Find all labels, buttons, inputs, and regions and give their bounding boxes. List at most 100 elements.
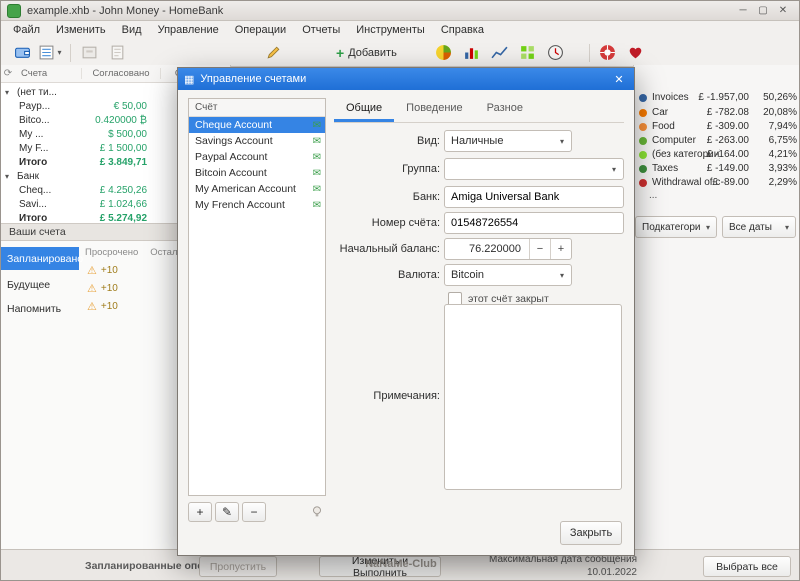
subcategory-dropdown-value: Подкатегория: [642, 221, 700, 233]
list-item-my-american-account[interactable]: My American Account ✉: [189, 181, 325, 197]
window-titlebar[interactable]: example.xhb - John Money - HomeBank ─ ▢ …: [1, 1, 799, 21]
category-row[interactable]: Computer £ -263.00 6,75%: [639, 134, 797, 147]
category-name: Withdrawal of cash: [652, 177, 720, 188]
minimize-icon[interactable]: ─: [733, 3, 753, 19]
homebank-window: example.xhb - John Money - HomeBank ─ ▢ …: [0, 0, 800, 581]
category-row[interactable]: Withdrawal of cash £ -89.00 2,29%: [639, 176, 797, 189]
account-number-input[interactable]: [445, 213, 623, 233]
menu-file[interactable]: Файл: [5, 23, 48, 37]
group-dropdown[interactable]: ▾: [444, 158, 624, 180]
menu-reports[interactable]: Отчеты: [294, 23, 348, 37]
clock-chart-icon: [548, 45, 564, 60]
dates-dropdown-value: Все даты: [729, 221, 772, 233]
category-percent: 3,93%: [768, 163, 797, 174]
skip-button[interactable]: Пропустить: [199, 556, 277, 577]
line-chart-icon: [491, 46, 508, 59]
help-toolbar-button[interactable]: [595, 42, 621, 64]
add-account-button[interactable]: +: [188, 502, 212, 522]
balance-toolbar-button[interactable]: [487, 42, 513, 64]
tab-scheduled-label: Запланировано: [7, 252, 84, 265]
accounts-toolbar-button[interactable]: [9, 42, 35, 64]
type-dropdown[interactable]: Наличные ▾: [444, 130, 572, 152]
remove-account-button[interactable]: −: [242, 502, 266, 522]
statistics-toolbar-button[interactable]: [431, 42, 457, 64]
initial-balance-spinner[interactable]: 76.220000 − +: [444, 238, 572, 260]
category-amount: £ -149.00: [706, 163, 749, 174]
scheduled-row[interactable]: ⚠ +10: [87, 282, 118, 295]
app-icon: [7, 3, 21, 18]
tab-scheduled[interactable]: Запланировано: [1, 247, 83, 270]
close-icon[interactable]: ✕: [773, 3, 793, 19]
chevron-down-icon: ▾: [559, 270, 564, 280]
menu-tools[interactable]: Инструменты: [348, 23, 433, 37]
envelope-icon: ✉: [312, 183, 321, 195]
menu-help[interactable]: Справка: [433, 23, 492, 37]
chevron-down-icon: ▾: [705, 222, 710, 232]
archive-toolbar-button[interactable]: [76, 42, 102, 64]
menu-view[interactable]: Вид: [114, 23, 150, 37]
spinner-increment-button[interactable]: +: [550, 239, 571, 259]
select-all-button[interactable]: Выбрать все: [703, 556, 791, 577]
account-number-label: Номер счёта:: [371, 217, 440, 229]
dropdown-arrow-icon[interactable]: ▾: [57, 48, 61, 57]
dialog-title: Управление счетами: [200, 73, 307, 85]
list-item-bitcoin-account[interactable]: Bitcoin Account ✉: [189, 165, 325, 181]
account-name: Savi...: [19, 198, 47, 210]
category-row[interactable]: Food £ -309.00 7,94%: [639, 120, 797, 133]
template-toolbar-button[interactable]: [104, 42, 130, 64]
register-toolbar-button[interactable]: ▾: [37, 42, 63, 64]
dialog-grid-icon: ▦: [184, 73, 195, 86]
budget-toolbar-button[interactable]: [515, 42, 541, 64]
column-accounts[interactable]: Счета: [15, 68, 82, 79]
warning-icon: ⚠: [87, 265, 97, 277]
category-name: Car: [652, 107, 669, 118]
subcategory-dropdown[interactable]: Подкатегория ▾: [635, 216, 717, 238]
column-overdue[interactable]: Просрочено: [85, 247, 138, 258]
account-list-header[interactable]: Счёт: [189, 99, 325, 117]
currency-dropdown[interactable]: Bitcoin ▾: [444, 264, 572, 286]
trendtime-toolbar-button[interactable]: [459, 42, 485, 64]
category-row[interactable]: Invoices £ -1.957,00 50,26%: [639, 91, 797, 104]
spinner-decrement-button[interactable]: −: [529, 239, 550, 259]
total-label: Итого: [19, 212, 48, 224]
list-item-savings-account[interactable]: Savings Account ✉: [189, 133, 325, 149]
refresh-icon[interactable]: ⟳: [1, 68, 15, 79]
vehiclecost-toolbar-button[interactable]: [543, 42, 569, 64]
close-button[interactable]: Закрыть: [560, 521, 622, 545]
edit-toolbar-button[interactable]: [260, 42, 286, 64]
category-row[interactable]: Car £ -782.08 20,08%: [639, 106, 797, 119]
expander-icon[interactable]: ▾: [5, 172, 9, 181]
category-amount: £ -89.00: [712, 177, 749, 188]
scheduled-row[interactable]: ⚠ +10: [87, 300, 118, 313]
tab-general[interactable]: Общие: [334, 98, 395, 122]
category-color-dot: [639, 136, 647, 145]
list-item-my-french-account[interactable]: My French Account ✉: [189, 197, 325, 213]
tab-future[interactable]: Будущее: [1, 275, 79, 295]
expander-icon[interactable]: ▾: [5, 88, 9, 97]
dialog-titlebar[interactable]: ▦ Управление счетами ✕: [178, 68, 634, 90]
add-transaction-button[interactable]: + Добавить: [328, 42, 405, 64]
category-row[interactable]: Taxes £ -149.00 3,93%: [639, 162, 797, 175]
category-row[interactable]: (без категории) £ -164.00 4,21%: [639, 148, 797, 161]
donate-toolbar-button[interactable]: [623, 42, 649, 64]
bank-input[interactable]: [445, 187, 623, 207]
list-item-paypal-account[interactable]: Paypal Account ✉: [189, 149, 325, 165]
tab-misc[interactable]: Разное: [475, 98, 535, 122]
account-reconciled: £ 1 500,00: [99, 142, 147, 154]
notes-textarea[interactable]: [444, 304, 622, 490]
scheduled-row[interactable]: ⚠ +10: [87, 264, 118, 277]
list-item-cheque-account[interactable]: Cheque Account ✉: [189, 117, 325, 133]
dialog-close-icon[interactable]: ✕: [610, 73, 628, 86]
tab-behavior[interactable]: Поведение: [394, 98, 475, 122]
menu-edit[interactable]: Изменить: [48, 23, 114, 37]
menu-manage[interactable]: Управление: [150, 23, 227, 37]
category-name: Computer: [652, 135, 696, 146]
maximize-icon[interactable]: ▢: [753, 3, 773, 19]
dates-dropdown[interactable]: Все даты ▾: [722, 216, 796, 238]
your-accounts-label: Ваши счета: [9, 226, 66, 238]
category-color-dot: [639, 93, 647, 102]
tab-remind[interactable]: Напомнить: [1, 299, 79, 319]
column-reconciled[interactable]: Согласовано: [82, 68, 161, 79]
edit-account-button[interactable]: ✎: [215, 502, 239, 522]
menu-transactions[interactable]: Операции: [227, 23, 294, 37]
